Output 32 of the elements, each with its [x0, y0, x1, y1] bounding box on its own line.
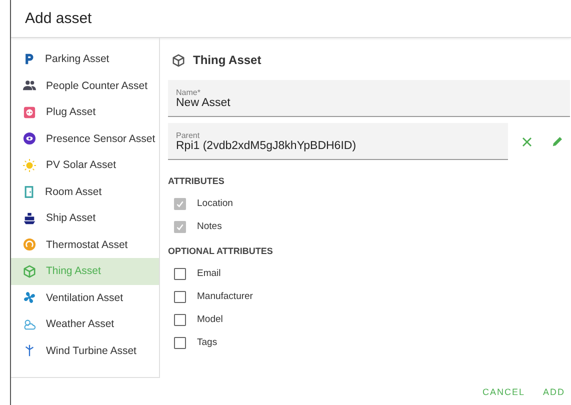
- asset-type-item[interactable]: Ventilation Asset: [11, 284, 159, 311]
- close-icon[interactable]: [522, 136, 532, 146]
- cube-icon: [172, 54, 185, 66]
- dialog-title: Add asset: [25, 10, 92, 27]
- asset-type-item[interactable]: PV Solar Asset: [11, 152, 159, 178]
- checkbox[interactable]: [174, 268, 186, 280]
- checkbox-label: Email: [197, 268, 221, 279]
- checkbox-label: Location: [197, 198, 233, 209]
- pencil-icon[interactable]: [552, 136, 563, 147]
- asset-type-item[interactable]: Parking Asset: [11, 46, 159, 72]
- asset-type-item[interactable]: Wind Turbine Asset: [11, 338, 159, 364]
- asset-type-item[interactable]: Presence Sensor Asset: [11, 126, 159, 152]
- checkbox[interactable]: [174, 336, 186, 348]
- checkbox[interactable]: [174, 198, 186, 210]
- checkbox-label: Tags: [197, 337, 218, 348]
- asset-type-item[interactable]: Ship Asset: [11, 205, 159, 232]
- checkbox-label: Notes: [197, 221, 222, 232]
- parent-field[interactable]: Parent Rpi1 (2vdb2xdM5gJ8khYpBDH6ID): [168, 123, 508, 160]
- section-heading: OPTIONAL ATTRIBUTES: [168, 246, 274, 256]
- checkbox-label: Model: [197, 314, 223, 325]
- asset-type-item[interactable]: Thermostat Asset: [11, 232, 159, 258]
- asset-type-title: Thing Asset: [193, 53, 262, 67]
- section-heading: ATTRIBUTES: [168, 176, 226, 186]
- checkbox-label: Manufacturer: [197, 291, 253, 302]
- asset-type-item[interactable]: People Counter Asset: [11, 72, 159, 99]
- checkbox[interactable]: [174, 290, 186, 302]
- checkbox[interactable]: [174, 220, 186, 232]
- asset-type-item[interactable]: Room Asset: [11, 178, 159, 205]
- asset-type-item[interactable]: Plug Asset: [11, 99, 159, 126]
- asset-type-item[interactable]: Weather Asset: [11, 311, 159, 338]
- name-field[interactable]: Name* New Asset: [168, 80, 570, 117]
- checkbox[interactable]: [174, 314, 186, 326]
